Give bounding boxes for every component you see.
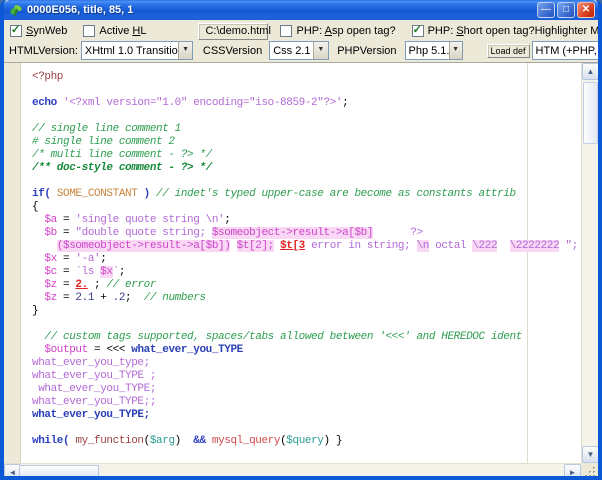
- check-icon: ✓: [11, 24, 21, 36]
- combo-arrow-icon[interactable]: ▼: [448, 42, 462, 59]
- active-hl-checkbox[interactable]: ✓ Active HL: [83, 25, 146, 37]
- code-line: $x = '-a';: [44, 253, 107, 265]
- code-line: ($someobject->result->a[$b]) $t[2]; $t[3…: [56, 240, 578, 252]
- check-icon: ✓: [412, 24, 422, 36]
- active-hl-label: Active HL: [99, 25, 147, 37]
- synweb-checkbox-box[interactable]: ✓: [10, 24, 22, 37]
- code-line: # single line comment 2: [32, 136, 175, 148]
- short-open-tag-label: PHP: Short open tag?: [427, 25, 535, 37]
- code-line: $c = `ls $x`;: [44, 266, 126, 278]
- vertical-scrollbar[interactable]: ▲ ▼: [581, 63, 598, 463]
- code-line: what_ever_you_type;: [32, 357, 150, 369]
- code-editor[interactable]: <?php echo '<?xml version="1.0" encoding…: [4, 63, 598, 476]
- highlighter-mode-value: HTM (+PHP, +CSS, +ES): [535, 44, 598, 57]
- css-version-select[interactable]: Css 2.1 ▼: [269, 41, 330, 60]
- php-version-label: PHPVersion: [337, 44, 397, 57]
- code-line: what_ever_you_TYPE ;: [32, 370, 157, 382]
- html-version-value: XHtml 1.0 Transitional: [84, 44, 178, 57]
- resize-grip[interactable]: [581, 463, 598, 476]
- code-line: $z = 2. ; // error: [44, 279, 157, 291]
- code-lines[interactable]: <?php echo '<?xml version="1.0" encoding…: [22, 63, 581, 463]
- css-version-value: Css 2.1: [273, 44, 311, 57]
- scroll-right-button[interactable]: ►: [564, 464, 581, 476]
- horizontal-scroll-thumb[interactable]: [19, 465, 99, 476]
- code-line: what_ever_you_TYPE;: [32, 409, 150, 421]
- code-line: /** doc-style comment - ?> */: [32, 162, 212, 174]
- code-line: while( my_function($arg) && mysql_query(…: [32, 435, 343, 447]
- toolbar-row-2: HTMLVersion: XHtml 1.0 Transitional ▼ CS…: [4, 40, 598, 61]
- short-open-tag-checkbox-box[interactable]: ✓: [411, 24, 424, 37]
- highlighter-mode-label: Highlighter MODE: [534, 25, 600, 37]
- html-version-select[interactable]: XHtml 1.0 Transitional ▼: [80, 41, 193, 60]
- combo-arrow-icon[interactable]: ▼: [178, 42, 192, 59]
- window-title: 0000E056, title, 85, 1: [27, 4, 134, 16]
- scroll-down-button[interactable]: ▼: [582, 446, 598, 463]
- code-line: what_ever_you_TYPE;: [32, 383, 157, 395]
- scroll-up-button[interactable]: ▲: [582, 63, 598, 80]
- minimize-button[interactable]: —: [537, 2, 555, 18]
- code-line: // single line comment 1: [32, 123, 181, 135]
- code-line: if( SOME_CONSTANT ) // indet's typed upp…: [32, 188, 516, 200]
- synweb-label: SynWeb: [26, 25, 68, 37]
- combo-arrow-icon[interactable]: ▼: [312, 42, 329, 59]
- code-line: }: [32, 305, 39, 317]
- code-line: echo '<?xml version="1.0" encoding="iso-…: [32, 97, 349, 109]
- maximize-button[interactable]: □: [557, 2, 575, 18]
- code-line: what_ever_you_TYPE;;: [32, 396, 157, 408]
- code-line: $z = 2.1 + .2; // numbers: [44, 292, 206, 304]
- css-version-label: CSSVersion: [202, 44, 263, 57]
- close-button[interactable]: ✕: [577, 2, 595, 18]
- vertical-scroll-thumb[interactable]: [583, 82, 598, 144]
- toolbar: ✓ SynWeb ✓ Active HL C:\demo.html ✓ PHP:…: [4, 20, 598, 63]
- html-version-label: HTMLVersion:: [9, 44, 78, 57]
- asp-open-tag-checkbox-box[interactable]: ✓: [280, 25, 293, 37]
- short-open-tag-checkbox[interactable]: ✓ PHP: Short open tag?: [411, 24, 535, 37]
- active-hl-checkbox-box[interactable]: ✓: [83, 25, 96, 37]
- code-line: $a = 'single quote string \n';: [44, 214, 231, 226]
- code-line: $output = <<< what_ever_you_TYPE: [44, 344, 243, 356]
- php-version-select[interactable]: Php 5.1.2 ▼: [404, 41, 463, 60]
- code-line: /* multi line comment - ?> */: [32, 149, 212, 161]
- file-path-button[interactable]: C:\demo.html: [198, 22, 271, 40]
- horizontal-scrollbar[interactable]: ◄ ►: [4, 463, 581, 476]
- synweb-checkbox[interactable]: ✓ SynWeb: [10, 24, 68, 37]
- title-bar[interactable]: 0000E056, title, 85, 1 — □ ✕: [4, 0, 598, 20]
- code-line: {: [32, 201, 39, 213]
- editor-gutter: [4, 63, 21, 463]
- php-version-value: Php 5.1.2: [408, 44, 449, 57]
- asp-open-tag-checkbox[interactable]: ✓ PHP: Asp open tag?: [280, 25, 396, 37]
- app-window: 0000E056, title, 85, 1 — □ ✕ ✓ SynWeb ✓ …: [0, 0, 602, 480]
- code-line: <?php: [32, 71, 64, 83]
- toolbar-row-1: ✓ SynWeb ✓ Active HL C:\demo.html ✓ PHP:…: [4, 22, 598, 40]
- code-line: $b = "double quote string; $someobject->…: [44, 227, 423, 239]
- window-controls: — □ ✕: [537, 2, 595, 18]
- asp-open-tag-label: PHP: Asp open tag?: [296, 25, 396, 37]
- app-icon: [9, 3, 23, 17]
- load-def-button[interactable]: Load def: [486, 43, 530, 58]
- code-line: // custom tags supported, spaces/tabs al…: [44, 331, 522, 343]
- highlighter-mode-select[interactable]: HTM (+PHP, +CSS, +ES) ▼: [531, 41, 598, 60]
